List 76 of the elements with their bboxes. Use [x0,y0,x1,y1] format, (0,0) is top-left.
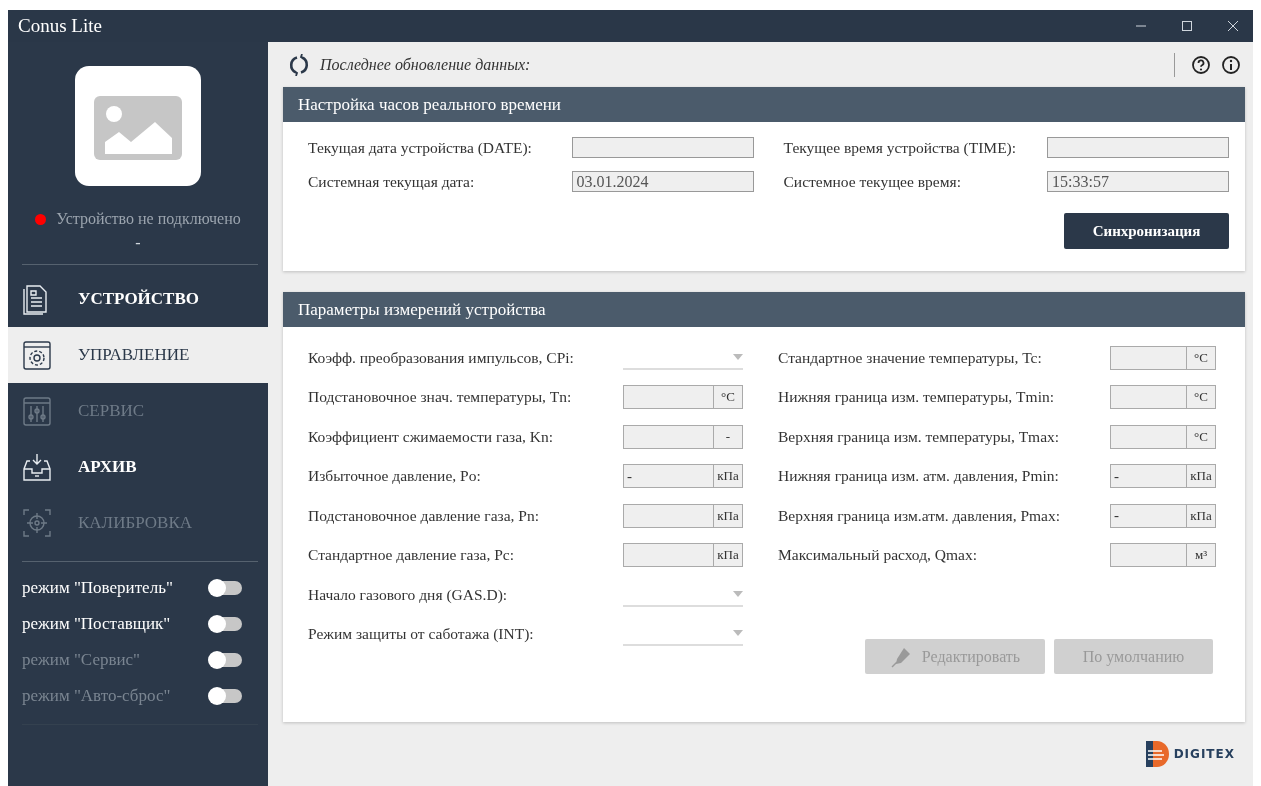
mode-label: режим "Сервис" [22,650,141,670]
device-serial: - [134,234,142,252]
nav-item[interactable]: УСТРОЙСТВО [8,271,268,327]
number-field[interactable] [1110,345,1186,370]
mode-label: режим "Поставщик" [22,614,171,634]
unit-label: - [713,424,743,449]
field-label: Текущее время устройства (TIME): [783,138,1017,157]
help-icon[interactable] [1191,54,1211,75]
inbox-icon [22,451,52,483]
unit-label: кПа [713,503,743,528]
field-label: Системное текущее время: [783,172,961,191]
unit-label: °C [1186,385,1216,410]
number-field[interactable] [623,543,713,568]
unit-label: кПа [713,464,743,489]
crosshair-icon [22,507,52,539]
field-label: Верхняя граница изм.атм. давления, Pmax: [778,506,1061,525]
last-update-label: Последнее обновление данных: [320,55,532,74]
pen-icon [889,645,912,668]
unit-label: °C [1186,345,1216,370]
settings-icon [22,339,52,371]
field-label: Максимальный расход, Qmax: [778,546,977,565]
text-field[interactable]: 15:33:57 [1047,171,1229,192]
nav-item[interactable]: АРХИВ [8,439,268,495]
text-field[interactable] [1047,137,1229,158]
mode-label: режим "Авто-сброс" [22,686,171,706]
number-field[interactable] [1110,385,1186,410]
field-label: Нижняя граница изм. атм. давления, Pmin: [778,467,1059,486]
toggle-switch[interactable] [210,617,242,631]
image-placeholder-icon [75,66,201,186]
mode-label: режим "Поверитель" [22,578,173,598]
text-field[interactable] [571,137,754,158]
field-label: Подстановочное давление газа, Pn: [308,506,539,525]
panel-header: Настройка часов реального времени [283,87,1245,122]
number-field[interactable] [623,503,713,528]
field-label: Верхняя граница изм. температуры, Tmax: [778,427,1060,446]
dropdown-caret-icon [733,590,743,597]
brand-name: DIGITEX [1173,747,1235,761]
panel-header: Параметры измерений устройства [283,292,1245,327]
field-label: Начало газового дня (GAS.D): [308,585,508,604]
number-field[interactable] [1110,424,1186,449]
window-title: Conus Lite [18,15,102,37]
dropdown-caret-icon [733,630,743,637]
field-label: Коэфф. преобразования импульсов, CPi: [308,348,574,367]
info-icon[interactable] [1221,54,1241,75]
field-label: Текущая дата устройства (DATE): [308,138,532,157]
nav-item[interactable]: УПРАВЛЕНИЕ [8,327,268,383]
field-label: Нижняя граница изм. температуры, Tmin: [778,388,1054,407]
unit-label: кПа [1186,503,1216,528]
number-field[interactable] [623,424,713,449]
field-label: Стандартное значение температуры, Tc: [778,348,1042,367]
field-label: Режим защиты от саботажа (INT): [308,625,534,644]
number-field[interactable] [1110,543,1186,568]
dropdown-caret-icon [733,353,743,360]
unit-label: кПа [713,543,743,568]
unit-label: °C [713,385,743,410]
close-icon[interactable] [1227,20,1239,32]
number-field[interactable] [623,385,713,410]
connection-status: Устройство не подключено [56,210,241,228]
sliders-icon [22,395,52,427]
maximize-icon[interactable] [1181,20,1193,32]
field-label: Подстановочное знач. температуры, Tn: [308,388,572,407]
field-label: Системная текущая дата: [308,172,475,191]
number-field[interactable]: - [1110,503,1186,528]
unit-label: °C [1186,424,1216,449]
unit-label: кПа [1186,464,1216,489]
text-field[interactable]: 03.01.2024 [571,171,754,192]
sync-button[interactable]: Синхронизация [1064,213,1229,249]
logo-icon [1143,739,1172,769]
field-label: Коэффициент сжимаемости газа, Kn: [308,427,554,446]
unit-label: м³ [1186,543,1216,568]
toggle-switch[interactable] [210,581,242,595]
field-label: Стандартное давление газа, Pc: [308,546,514,565]
refresh-icon[interactable] [288,53,310,76]
number-field[interactable]: - [1110,464,1186,489]
field-label: Избыточное давление, Po: [308,467,481,486]
number-field[interactable]: - [623,464,713,489]
